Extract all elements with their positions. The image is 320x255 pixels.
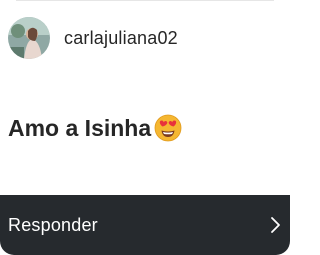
reply-button[interactable]: Responder bbox=[0, 195, 290, 255]
reply-label: Responder bbox=[8, 214, 98, 235]
divider bbox=[16, 0, 274, 1]
profile-photo bbox=[8, 17, 50, 59]
heart-eyes-emoji-icon bbox=[153, 113, 183, 143]
story-reply-header: carlajuliana02 bbox=[8, 16, 178, 60]
avatar[interactable] bbox=[8, 17, 50, 59]
username[interactable]: carlajuliana02 bbox=[64, 28, 178, 49]
message-text: Amo a Isinha bbox=[8, 114, 152, 141]
chevron-right-icon bbox=[268, 215, 282, 235]
reply-message: Amo a Isinha bbox=[8, 110, 183, 146]
